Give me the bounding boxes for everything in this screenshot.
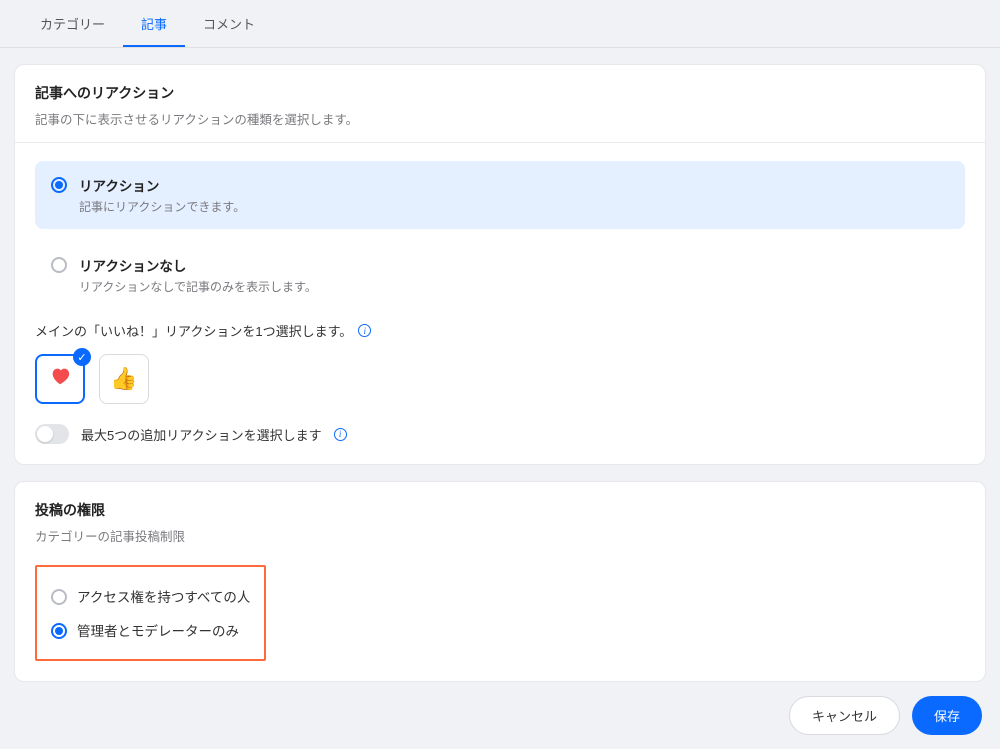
reaction-on-sub: 記事にリアクションできます。 [79,198,245,215]
reaction-on-title: リアクション [79,175,245,195]
permissions-options-highlight: アクセス権を持つすべての人 管理者とモデレーターのみ [35,565,266,661]
reaction-off-title: リアクションなし [79,255,317,275]
save-button[interactable]: 保存 [912,696,982,735]
reaction-off-sub: リアクションなしで記事のみを表示します。 [79,278,317,295]
extra-reactions-toggle[interactable] [35,424,69,444]
perm-option-mods[interactable]: 管理者とモデレーターのみ [51,613,250,647]
permissions-header: 投稿の権限 カテゴリーの記事投稿制限 [15,482,985,555]
perm-mods-label: 管理者とモデレーターのみ [77,620,239,640]
reactions-subtitle: 記事の下に表示させるリアクションの種類を選択します。 [35,109,965,128]
main-like-label-row: メインの「いいね！」リアクションを1つ選択します。 i [35,321,965,340]
reaction-icon-row: 👍 [35,354,965,404]
reactions-title: 記事へのリアクション [35,83,965,103]
reactions-body: リアクション 記事にリアクションできます。 リアクションなし リアクションなしで… [15,143,985,464]
tab-article[interactable]: 記事 [123,0,185,47]
reaction-option-on[interactable]: リアクション 記事にリアクションできます。 [35,161,965,229]
tab-comment[interactable]: コメント [185,0,273,47]
thumbs-up-icon: 👍 [110,366,137,392]
reactions-header: 記事へのリアクション 記事の下に表示させるリアクションの種類を選択します。 [15,65,985,143]
tabs-nav: カテゴリー 記事 コメント [0,0,1000,48]
reactions-card: 記事へのリアクション 記事の下に表示させるリアクションの種類を選択します。 リア… [14,64,986,465]
radio-icon [51,589,67,605]
info-icon[interactable]: i [358,324,371,337]
extra-reactions-label: 最大5つの追加リアクションを選択します [81,425,322,444]
perm-all-label: アクセス権を持つすべての人 [77,586,250,606]
radio-icon [51,177,67,193]
cancel-button[interactable]: キャンセル [789,696,900,735]
perm-option-all[interactable]: アクセス権を持つすべての人 [51,579,250,613]
extra-reactions-row: 最大5つの追加リアクションを選択します i [35,424,965,444]
radio-icon [51,623,67,639]
tab-category[interactable]: カテゴリー [22,0,123,47]
main-like-label: メインの「いいね！」リアクションを1つ選択します。 [35,321,352,340]
reaction-option-off[interactable]: リアクションなし リアクションなしで記事のみを表示します。 [35,241,965,309]
info-icon[interactable]: i [334,428,347,441]
footer-actions: キャンセル 保存 [0,682,1000,749]
reaction-heart[interactable] [35,354,85,404]
permissions-card: 投稿の権限 カテゴリーの記事投稿制限 アクセス権を持つすべての人 管理者とモデレ… [14,481,986,682]
permissions-body: アクセス権を持つすべての人 管理者とモデレーターのみ [15,555,985,681]
heart-icon [49,365,71,393]
radio-icon [51,257,67,273]
permissions-title: 投稿の権限 [35,500,965,520]
permissions-subtitle: カテゴリーの記事投稿制限 [35,526,965,545]
reaction-thumbs-up[interactable]: 👍 [99,354,149,404]
